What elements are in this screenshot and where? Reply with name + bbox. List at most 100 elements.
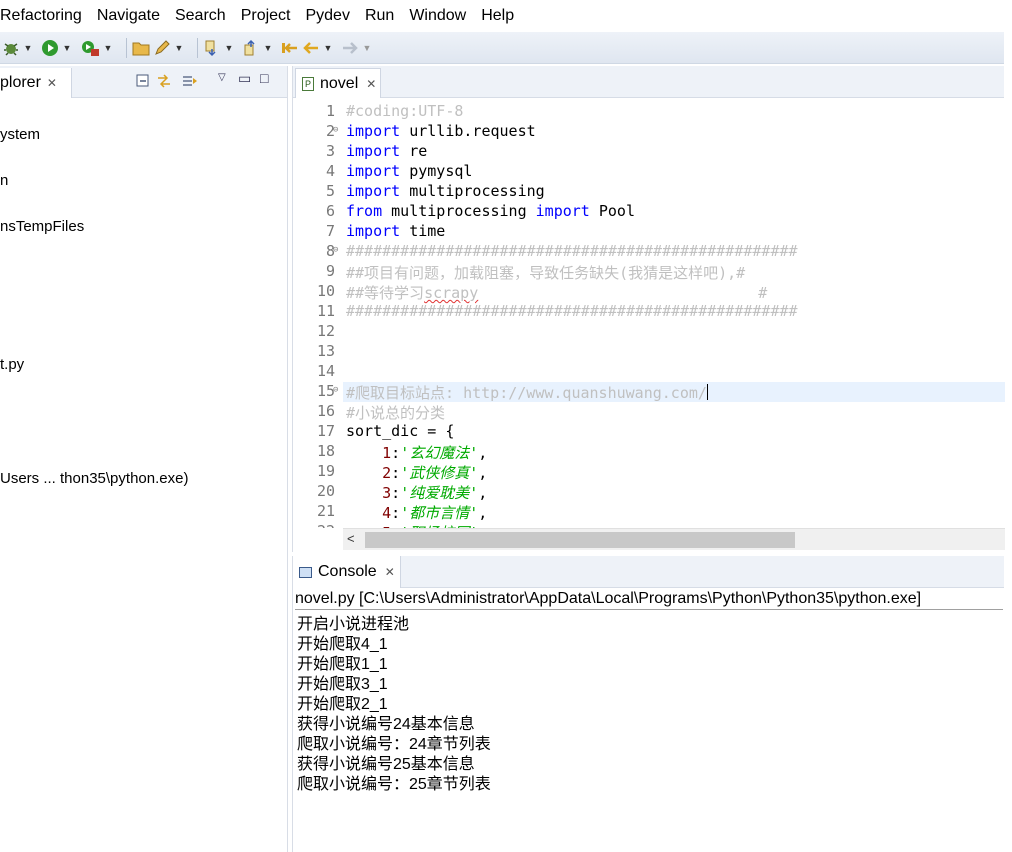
- menu-window[interactable]: Window: [409, 7, 466, 25]
- view-menu-icon[interactable]: ▽: [218, 72, 226, 83]
- code-line[interactable]: ########################################…: [346, 302, 798, 320]
- minimize-icon[interactable]: ▭: [238, 70, 251, 87]
- next-annotation-dropdown-icon[interactable]: ▼: [224, 37, 234, 59]
- text-caret: [706, 384, 708, 400]
- close-icon[interactable]: ✕: [366, 77, 376, 91]
- line-number: 10: [316, 282, 335, 300]
- code-line[interactable]: import re: [346, 142, 427, 160]
- menu-search[interactable]: Search: [175, 7, 226, 25]
- code-line[interactable]: import time: [346, 222, 445, 240]
- tree-item[interactable]: t.py: [0, 356, 24, 373]
- code-line[interactable]: ##等待学习scrapy #: [346, 282, 767, 303]
- explorer-panel: plorer ✕ ▽ ▭ □ ystem n nsTempFiles t.py …: [0, 66, 288, 852]
- line-number: 8: [325, 242, 335, 260]
- toolbar-separator: [197, 37, 198, 58]
- editor-tabbar: P novel ✕: [293, 66, 1004, 98]
- code-area[interactable]: 1 #coding:UTF-8 2 ⊖ import urllib.request 3 im…: [293, 100, 1005, 528]
- maximize-icon[interactable]: □: [260, 70, 268, 86]
- line-number: 1: [325, 102, 335, 120]
- line-number: 5: [325, 182, 335, 200]
- code-line[interactable]: sort_dic = {: [346, 422, 454, 440]
- explorer-tab-label: plorer: [0, 74, 41, 91]
- debug-icon[interactable]: [2, 37, 20, 59]
- editor-tab-novel[interactable]: P novel ✕: [295, 68, 381, 98]
- console-tabbar: Console ✕: [293, 556, 1004, 588]
- line-number: 6: [325, 202, 335, 220]
- tree-item[interactable]: ystem: [0, 126, 40, 143]
- line-number: 16: [316, 402, 335, 420]
- code-line[interactable]: #coding:UTF-8: [346, 102, 463, 120]
- console-tab[interactable]: Console ✕: [293, 556, 401, 588]
- menu-bar: Refactoring Navigate Search Project Pyde…: [0, 0, 1012, 32]
- code-line[interactable]: 3:'纯爱耽美',: [346, 482, 487, 503]
- horizontal-scrollbar[interactable]: <: [343, 528, 1005, 550]
- code-line[interactable]: import multiprocessing: [346, 182, 545, 200]
- collapse-all-icon[interactable]: [136, 74, 150, 91]
- console-panel: Console ✕ novel.py [C:\Users\Administrat…: [292, 556, 1004, 852]
- filter-icon[interactable]: [182, 74, 198, 91]
- debug-dropdown-icon[interactable]: ▼: [23, 37, 33, 59]
- tree-item[interactable]: n: [0, 172, 8, 189]
- close-icon[interactable]: ✕: [385, 565, 395, 579]
- scrollbar-thumb[interactable]: [365, 532, 795, 548]
- menu-project[interactable]: Project: [241, 7, 291, 25]
- line-number: 2: [325, 122, 335, 140]
- last-edit-icon[interactable]: [281, 37, 299, 59]
- code-line[interactable]: from multiprocessing import Pool: [346, 202, 635, 220]
- toolbar-separator: [126, 37, 127, 58]
- line-number: 19: [316, 462, 335, 480]
- code-line[interactable]: #小说总的分类: [346, 402, 445, 423]
- line-number: 15: [316, 382, 335, 400]
- line-number: 14: [316, 362, 335, 380]
- prev-annotation-icon[interactable]: [242, 37, 260, 59]
- edit-dropdown-icon[interactable]: ▼: [174, 37, 184, 59]
- next-annotation-icon[interactable]: [203, 37, 221, 59]
- line-number: 12: [316, 322, 335, 340]
- back-dropdown-icon[interactable]: ▼: [323, 37, 333, 59]
- forward-icon[interactable]: [341, 37, 359, 59]
- fold-toggle-icon[interactable]: ⊖: [333, 125, 338, 135]
- tree-item[interactable]: nsTempFiles: [0, 218, 84, 235]
- console-icon: [299, 566, 312, 578]
- menu-refactoring[interactable]: Refactoring: [0, 7, 82, 25]
- open-icon[interactable]: [132, 37, 150, 59]
- code-line[interactable]: 4:'都市言情',: [346, 502, 487, 523]
- code-line[interactable]: import urllib.request: [346, 122, 536, 140]
- explorer-tab[interactable]: plorer ✕: [0, 68, 72, 98]
- fold-toggle-icon[interactable]: ⊖: [333, 385, 338, 395]
- menu-run[interactable]: Run: [365, 7, 394, 25]
- explorer-tabbar: plorer ✕ ▽ ▭ □: [0, 66, 287, 98]
- editor-tab-label: novel: [320, 74, 359, 92]
- edit-icon[interactable]: [153, 37, 171, 59]
- code-line[interactable]: 1:'玄幻魔法',: [346, 442, 487, 463]
- console-line: 爬取小说编号：25章节列表: [297, 776, 491, 793]
- code-line[interactable]: #爬取目标站点: http://www.quanshuwang.com/: [346, 382, 708, 403]
- console-tab-label: Console: [318, 563, 377, 580]
- line-number: 11: [316, 302, 335, 320]
- python-file-icon: P: [302, 76, 314, 91]
- toolbar: ▼ ▼ ▼ ▼ ▼ ▼ ▼ ▼: [0, 32, 1004, 64]
- link-editor-icon[interactable]: [156, 74, 172, 91]
- code-line[interactable]: 2:'武侠修真',: [346, 462, 487, 483]
- run-dropdown-icon[interactable]: ▼: [62, 37, 72, 59]
- prev-annotation-dropdown-icon[interactable]: ▼: [263, 37, 273, 59]
- code-line[interactable]: ########################################…: [346, 242, 798, 260]
- scroll-left-icon[interactable]: <: [347, 531, 355, 546]
- run-icon[interactable]: [41, 37, 59, 59]
- code-line[interactable]: ##项目有问题，加载阻塞，导致任务缺失(我猜是这样吧),#: [346, 262, 745, 283]
- close-icon[interactable]: ✕: [47, 76, 57, 90]
- fold-toggle-icon[interactable]: ⊖: [333, 245, 338, 255]
- editor-panel: P novel ✕ 1 #coding:UTF-8 2 ⊖ import urllib.…: [292, 66, 1005, 552]
- line-number: 22: [293, 522, 335, 528]
- forward-dropdown-icon[interactable]: ▼: [362, 37, 372, 59]
- menu-help[interactable]: Help: [481, 7, 514, 25]
- menu-pydev[interactable]: Pydev: [305, 7, 349, 25]
- tree-item[interactable]: Users ... thon35\python.exe): [0, 470, 188, 487]
- back-icon[interactable]: [302, 37, 320, 59]
- line-number: 9: [325, 262, 335, 280]
- line-number: 18: [316, 442, 335, 460]
- external-tools-dropdown-icon[interactable]: ▼: [103, 37, 113, 59]
- external-tools-icon[interactable]: [80, 37, 100, 59]
- menu-navigate[interactable]: Navigate: [97, 7, 160, 25]
- code-line[interactable]: import pymysql: [346, 162, 472, 180]
